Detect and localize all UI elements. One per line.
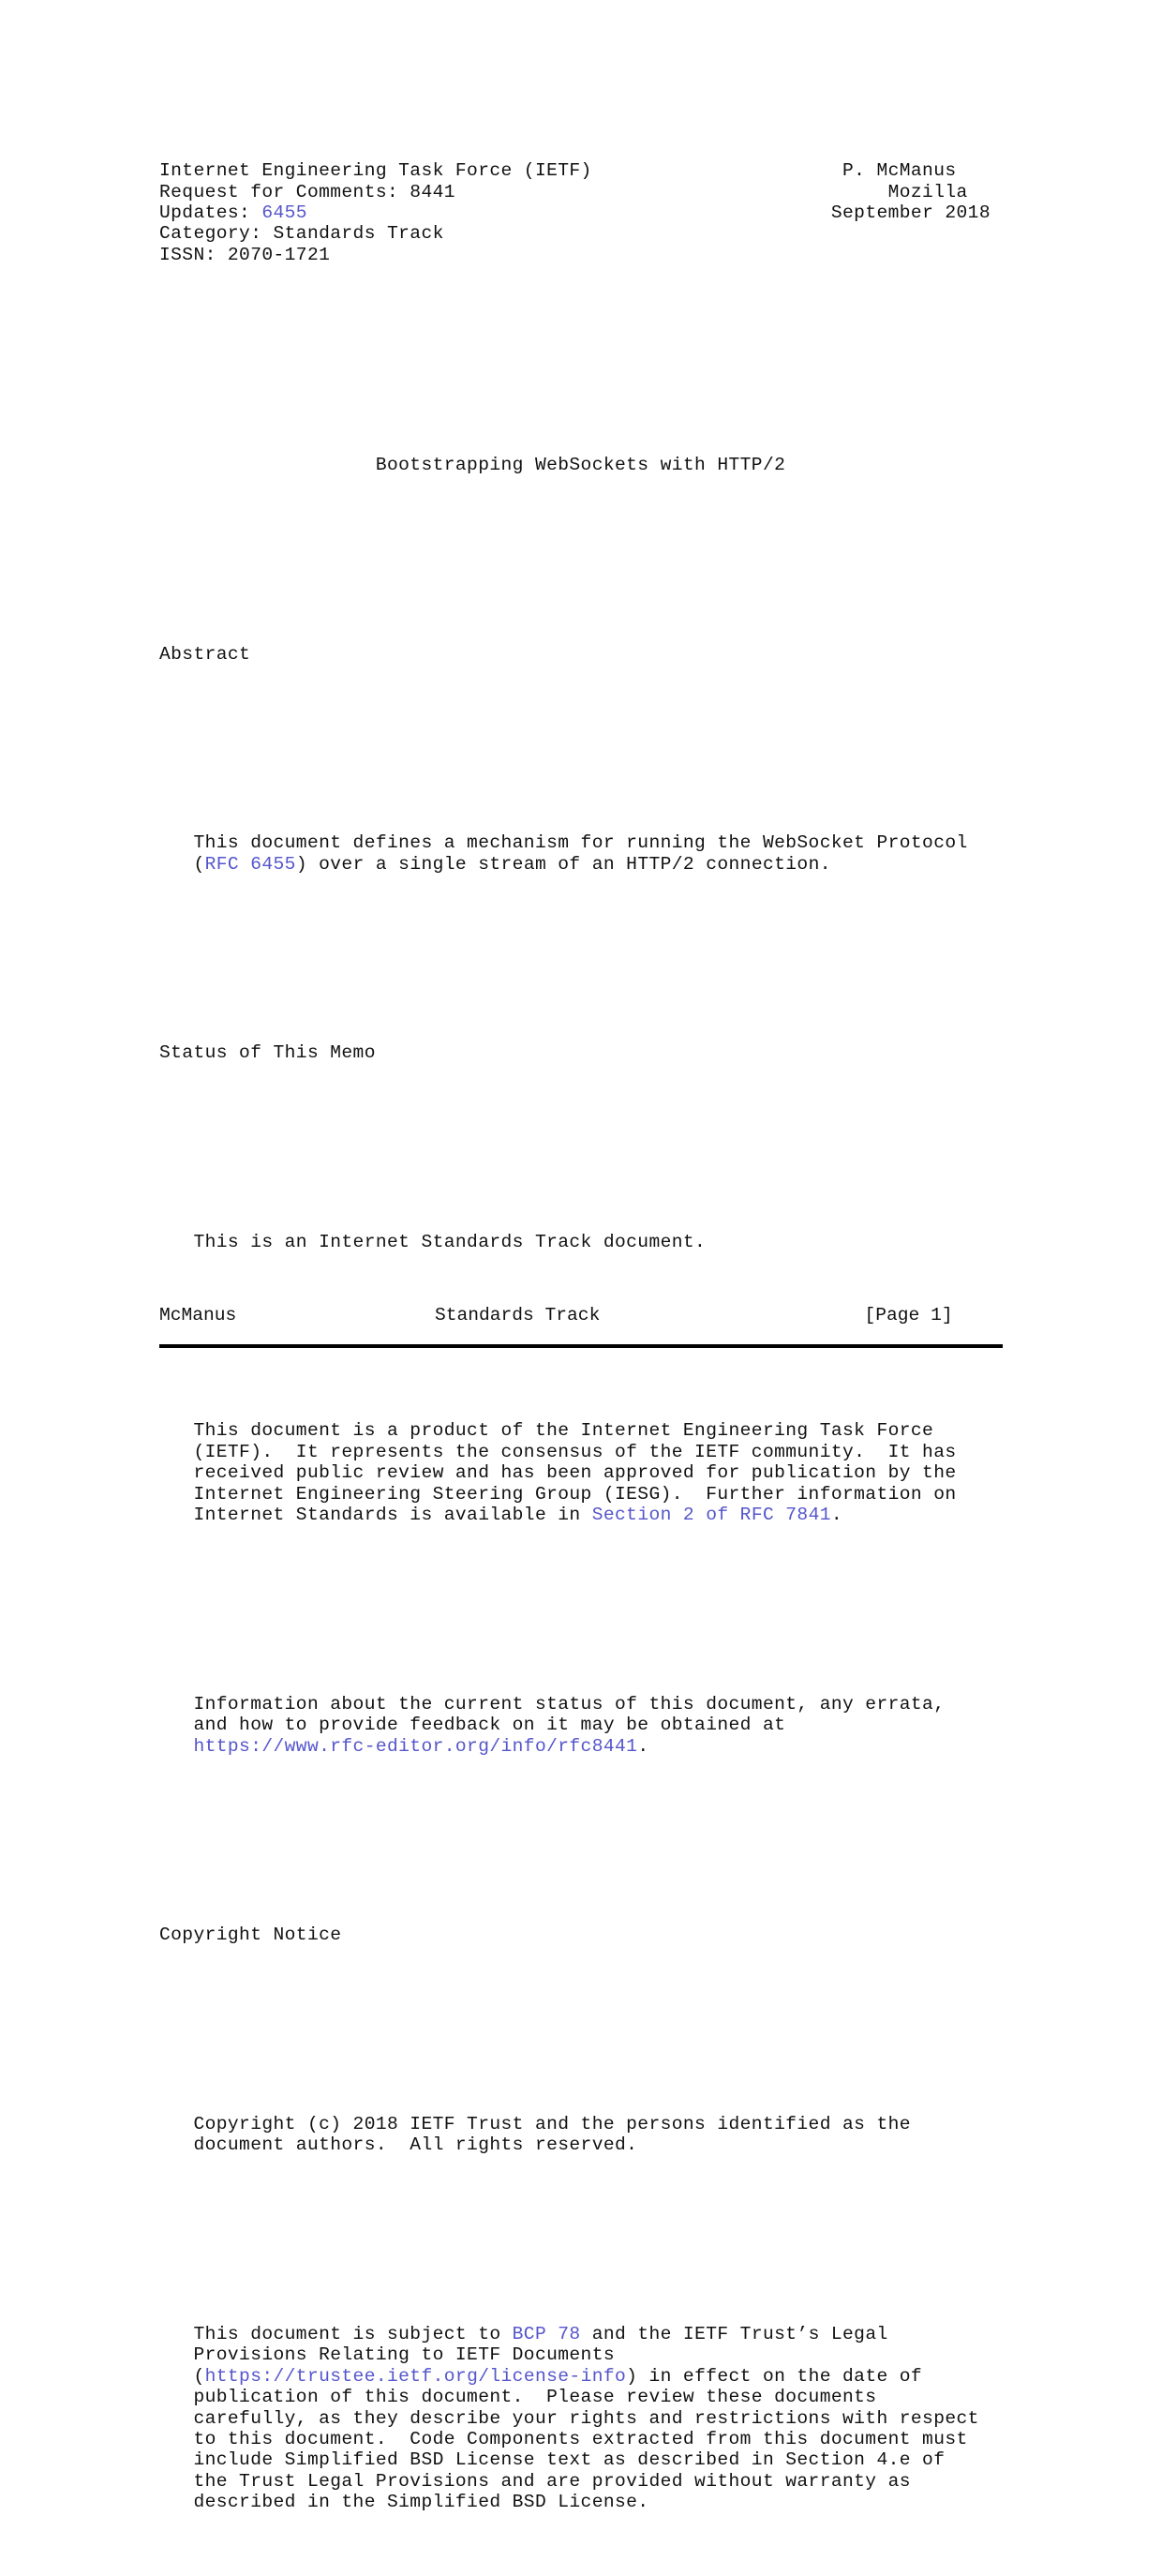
- section-2-rfc-7841-link[interactable]: Section 2 of RFC 7841: [592, 1505, 831, 1525]
- copyright-p2-line-5: carefully, as they describe your rights …: [159, 2407, 979, 2429]
- header-line-3-prefix: Updates:: [159, 202, 262, 224]
- page-footer: McManus Standards Track [Page 1]: [159, 1286, 1003, 1355]
- status-p2-line-5-suffix: .: [830, 1505, 843, 1526]
- copyright-heading: Copyright Notice: [159, 1925, 342, 1946]
- abstract-body: This document defines a mechanism for ru…: [159, 832, 1003, 875]
- trustee-license-info-link[interactable]: https://trustee.ietf.org/license-info: [205, 2366, 627, 2387]
- bcp-78-link[interactable]: BCP 78: [513, 2324, 581, 2344]
- copyright-p2-line-7: include Simplified BSD License text as d…: [159, 2449, 946, 2471]
- status-paragraph-2: This document is a product of the Intern…: [159, 1420, 1003, 1525]
- rfc-6455-link[interactable]: RFC 6455: [205, 854, 296, 875]
- copyright-p2-line-4: publication of this document. Please rev…: [159, 2387, 877, 2408]
- abstract-line-2-open: (: [159, 853, 205, 875]
- copyright-p1-line-1: Copyright (c) 2018 IETF Trust and the pe…: [159, 2113, 911, 2134]
- copyright-p2-line-2: Provisions Relating to IETF Documents: [159, 2344, 616, 2366]
- page-break-rule: [159, 1343, 1003, 1348]
- status-p2-line-1: This document is a product of the Intern…: [159, 1420, 934, 1442]
- updates-rfc-6455-link[interactable]: 6455: [261, 202, 307, 223]
- copyright-p2-line-1-prefix: This document is subject to: [159, 2323, 513, 2344]
- rfc-editor-info-link[interactable]: https://www.rfc-editor.org/info/rfc8441: [193, 1736, 637, 1757]
- status-paragraph-1: This is an Internet Standards Track docu…: [159, 1231, 707, 1252]
- spacer-status-1: [159, 1127, 1003, 1169]
- copyright-p2-line-6: to this document. Code Components extrac…: [159, 2428, 968, 2449]
- header-block: Internet Engineering Task Force (IETF) P…: [159, 160, 1003, 265]
- abstract-heading: Abstract: [159, 643, 251, 665]
- status-p3-line-2: and how to provide feedback on it may be…: [159, 1715, 786, 1736]
- spacer-abstract: [159, 727, 1003, 770]
- status-p3-line-3-prefix: [159, 1736, 193, 1757]
- copyright-p1-line-2: document authors. All rights reserved.: [159, 2134, 638, 2156]
- header-line-2: Request for Comments: 8441 Mozilla: [159, 181, 968, 202]
- status-heading: Status of This Memo: [159, 1042, 376, 1064]
- spacer-before-copyright: [159, 1820, 1003, 1862]
- document-title: Bootstrapping WebSockets with HTTP/2: [159, 454, 786, 475]
- spacer-copyright-1: [159, 2009, 1003, 2051]
- header-line-4: Category: Standards Track: [159, 223, 444, 245]
- copyright-paragraph-1: Copyright (c) 2018 IETF Trust and the pe…: [159, 2114, 1003, 2156]
- copyright-p2-line-3-suffix: ) in effect on the date of: [626, 2365, 923, 2387]
- spacer-before-title: [159, 328, 1003, 391]
- status-p2-line-5-prefix: Internet Standards is available in: [159, 1505, 592, 1526]
- status-p3-line-3-suffix: .: [637, 1735, 649, 1757]
- status-p3-line-1: Information about the current status of …: [159, 1693, 946, 1715]
- spacer-copyright-2: [159, 2219, 1003, 2261]
- abstract-line-2-rest: ) over a single stream of an HTTP/2 conn…: [295, 853, 831, 875]
- copyright-p2-line-8: the Trust Legal Provisions and are provi…: [159, 2470, 911, 2492]
- copyright-paragraph-2: This document is subject to BCP 78 and t…: [159, 2324, 1003, 2513]
- spacer-after-title: [159, 539, 1003, 581]
- abstract-line-1: This document defines a mechanism for ru…: [159, 832, 968, 854]
- rfc-page: Internet Engineering Task Force (IETF) P…: [0, 0, 1162, 2512]
- header-line-5: ISSN: 2070-1721: [159, 244, 331, 265]
- header-line-3-suffix: September 2018: [306, 202, 991, 224]
- status-p2-line-2: (IETF). It represents the consensus of t…: [159, 1441, 957, 1462]
- copyright-p2-line-3-prefix: (: [159, 2365, 205, 2387]
- footer-line: McManus Standards Track [Page 1]: [159, 1304, 953, 1325]
- status-p2-line-3: received public review and has been appr…: [159, 1462, 957, 1484]
- header-line-1: Internet Engineering Task Force (IETF) P…: [159, 160, 957, 182]
- status-p2-line-4: Internet Engineering Steering Group (IES…: [159, 1483, 957, 1505]
- copyright-p2-line-9: described in the Simplified BSD License.: [159, 2492, 649, 2513]
- spacer-before-status: [159, 937, 1003, 980]
- copyright-p2-line-1-suffix: and the IETF Trust’s Legal: [580, 2323, 888, 2344]
- spacer-status-3: [159, 1589, 1003, 1631]
- status-paragraph-3: Information about the current status of …: [159, 1694, 1003, 1757]
